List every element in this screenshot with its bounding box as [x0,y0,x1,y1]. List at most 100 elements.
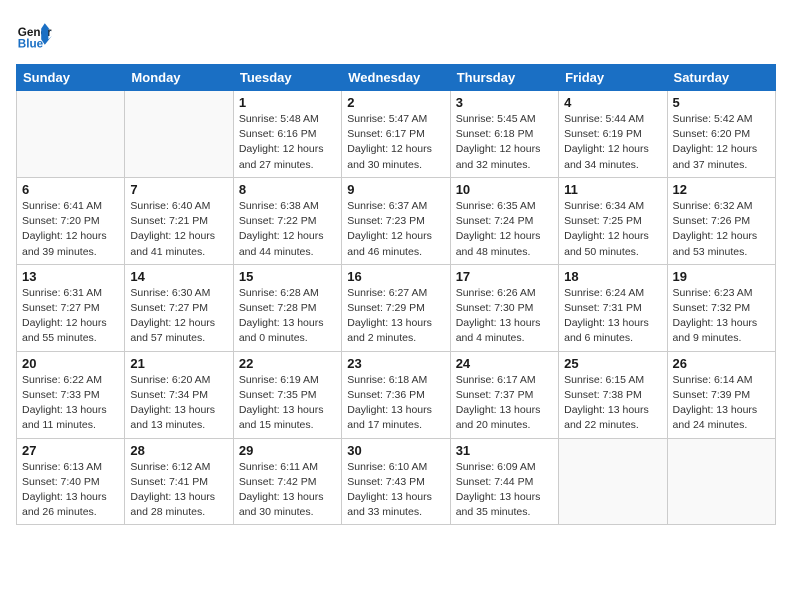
calendar-cell: 17Sunrise: 6:26 AM Sunset: 7:30 PM Dayli… [450,264,558,351]
calendar-cell: 19 Sunrise: 6:23 AM Sunset: 7:32 PM Dayli… [667,264,775,351]
calendar-cell: 9 Sunrise: 6:37 AM Sunset: 7:23 PM Daylig… [342,177,450,264]
day-number: 5 [673,95,770,110]
calendar-cell: 21 Sunrise: 6:20 AM Sunset: 7:34 PM Dayli… [125,351,233,438]
day-info: Sunrise: 6:35 AM Sunset: 7:24 PM Dayligh… [456,199,553,260]
day-info: Sunrise: 6:13 AM Sunset: 7:40 PM Dayligh… [22,460,119,521]
day-info: Sunrise: 6:31 AM Sunset: 7:27 PM Dayligh… [22,286,119,347]
day-info: Sunrise: 6:09 AM Sunset: 7:44 PM Dayligh… [456,460,553,521]
day-number: 3 [456,95,553,110]
day-info: Sunrise: 6:30 AM Sunset: 7:27 PM Dayligh… [130,286,227,347]
weekday-sunday: Sunday [17,65,125,91]
day-number: 28 [130,443,227,458]
day-info: Sunrise: 6:27 AM Sunset: 7:29 PM Dayligh… [347,286,444,347]
day-info: Sunrise: 5:45 AM Sunset: 6:18 PM Dayligh… [456,112,553,173]
calendar-header: SundayMondayTuesdayWednesdayThursdayFrid… [17,65,776,91]
svg-text:Blue: Blue [18,38,44,51]
weekday-monday: Monday [125,65,233,91]
day-info: Sunrise: 6:12 AM Sunset: 7:41 PM Dayligh… [130,460,227,521]
calendar-cell: 5 Sunrise: 5:42 AM Sunset: 6:20 PM Daylig… [667,91,775,178]
weekday-thursday: Thursday [450,65,558,91]
calendar-cell: 22 Sunrise: 6:19 AM Sunset: 7:35 PM Dayli… [233,351,341,438]
day-info: Sunrise: 5:47 AM Sunset: 6:17 PM Dayligh… [347,112,444,173]
day-number: 31 [456,443,553,458]
day-number: 19 [673,269,770,284]
day-info: Sunrise: 6:22 AM Sunset: 7:33 PM Dayligh… [22,373,119,434]
day-number: 16 [347,269,444,284]
calendar-cell: 10 Sunrise: 6:35 AM Sunset: 7:24 PM Dayli… [450,177,558,264]
calendar-cell: 20 Sunrise: 6:22 AM Sunset: 7:33 PM Dayli… [17,351,125,438]
calendar-cell [125,91,233,178]
day-info: Sunrise: 6:28 AM Sunset: 7:28 PM Dayligh… [239,286,336,347]
day-info: Sunrise: 6:41 AM Sunset: 7:20 PM Dayligh… [22,199,119,260]
day-info: Sunrise: 6:40 AM Sunset: 7:21 PM Dayligh… [130,199,227,260]
day-number: 25 [564,356,661,371]
logo: General Blue [16,16,52,52]
day-number: 6 [22,182,119,197]
day-number: 13 [22,269,119,284]
calendar-cell: 31 Sunrise: 6:09 AM Sunset: 7:44 PM Dayli… [450,438,558,525]
calendar-cell: 18Sunrise: 6:24 AM Sunset: 7:31 PM Dayli… [559,264,667,351]
day-info: Sunrise: 6:10 AM Sunset: 7:43 PM Dayligh… [347,460,444,521]
calendar-cell: 8Sunrise: 6:38 AM Sunset: 7:22 PM Daylig… [233,177,341,264]
logo-icon: General Blue [16,16,52,52]
calendar-cell: 23 Sunrise: 6:18 AM Sunset: 7:36 PM Dayli… [342,351,450,438]
calendar-cell: 26Sunrise: 6:14 AM Sunset: 7:39 PM Dayli… [667,351,775,438]
calendar-cell: 27 Sunrise: 6:13 AM Sunset: 7:40 PM Dayli… [17,438,125,525]
calendar-cell [559,438,667,525]
day-info: Sunrise: 6:19 AM Sunset: 7:35 PM Dayligh… [239,373,336,434]
day-number: 8 [239,182,336,197]
day-number: 4 [564,95,661,110]
calendar-cell: 28 Sunrise: 6:12 AM Sunset: 7:41 PM Dayli… [125,438,233,525]
weekday-header-row: SundayMondayTuesdayWednesdayThursdayFrid… [17,65,776,91]
weekday-saturday: Saturday [667,65,775,91]
day-info: Sunrise: 5:44 AM Sunset: 6:19 PM Dayligh… [564,112,661,173]
day-info: Sunrise: 6:15 AM Sunset: 7:38 PM Dayligh… [564,373,661,434]
calendar-cell [17,91,125,178]
day-number: 14 [130,269,227,284]
week-row-2: 6 Sunrise: 6:41 AM Sunset: 7:20 PM Daylig… [17,177,776,264]
day-number: 11 [564,182,661,197]
calendar-cell: 30Sunrise: 6:10 AM Sunset: 7:43 PM Dayli… [342,438,450,525]
calendar-cell: 4 Sunrise: 5:44 AM Sunset: 6:19 PM Daylig… [559,91,667,178]
calendar-cell: 6 Sunrise: 6:41 AM Sunset: 7:20 PM Daylig… [17,177,125,264]
day-number: 9 [347,182,444,197]
day-number: 23 [347,356,444,371]
calendar-cell: 15Sunrise: 6:28 AM Sunset: 7:28 PM Dayli… [233,264,341,351]
calendar-cell: 3 Sunrise: 5:45 AM Sunset: 6:18 PM Daylig… [450,91,558,178]
day-number: 27 [22,443,119,458]
day-number: 29 [239,443,336,458]
week-row-1: 1 Sunrise: 5:48 AM Sunset: 6:16 PM Daylig… [17,91,776,178]
day-number: 26 [673,356,770,371]
calendar-cell [667,438,775,525]
calendar-table: SundayMondayTuesdayWednesdayThursdayFrid… [16,64,776,525]
day-info: Sunrise: 6:18 AM Sunset: 7:36 PM Dayligh… [347,373,444,434]
day-info: Sunrise: 6:23 AM Sunset: 7:32 PM Dayligh… [673,286,770,347]
calendar-cell: 2 Sunrise: 5:47 AM Sunset: 6:17 PM Daylig… [342,91,450,178]
calendar-cell: 25 Sunrise: 6:15 AM Sunset: 7:38 PM Dayli… [559,351,667,438]
day-info: Sunrise: 5:42 AM Sunset: 6:20 PM Dayligh… [673,112,770,173]
day-number: 10 [456,182,553,197]
calendar-cell: 1 Sunrise: 5:48 AM Sunset: 6:16 PM Daylig… [233,91,341,178]
weekday-wednesday: Wednesday [342,65,450,91]
calendar-cell: 7Sunrise: 6:40 AM Sunset: 7:21 PM Daylig… [125,177,233,264]
day-number: 12 [673,182,770,197]
day-info: Sunrise: 6:20 AM Sunset: 7:34 PM Dayligh… [130,373,227,434]
day-info: Sunrise: 6:17 AM Sunset: 7:37 PM Dayligh… [456,373,553,434]
week-row-3: 13 Sunrise: 6:31 AM Sunset: 7:27 PM Dayli… [17,264,776,351]
calendar-cell: 14 Sunrise: 6:30 AM Sunset: 7:27 PM Dayli… [125,264,233,351]
day-number: 2 [347,95,444,110]
weekday-friday: Friday [559,65,667,91]
day-number: 17 [456,269,553,284]
calendar-cell: 29Sunrise: 6:11 AM Sunset: 7:42 PM Dayli… [233,438,341,525]
day-number: 1 [239,95,336,110]
day-number: 20 [22,356,119,371]
day-info: Sunrise: 6:37 AM Sunset: 7:23 PM Dayligh… [347,199,444,260]
week-row-4: 20 Sunrise: 6:22 AM Sunset: 7:33 PM Dayli… [17,351,776,438]
day-info: Sunrise: 5:48 AM Sunset: 6:16 PM Dayligh… [239,112,336,173]
day-number: 21 [130,356,227,371]
calendar-cell: 11Sunrise: 6:34 AM Sunset: 7:25 PM Dayli… [559,177,667,264]
day-info: Sunrise: 6:24 AM Sunset: 7:31 PM Dayligh… [564,286,661,347]
calendar-body: 1 Sunrise: 5:48 AM Sunset: 6:16 PM Daylig… [17,91,776,525]
day-number: 22 [239,356,336,371]
calendar-cell: 13 Sunrise: 6:31 AM Sunset: 7:27 PM Dayli… [17,264,125,351]
